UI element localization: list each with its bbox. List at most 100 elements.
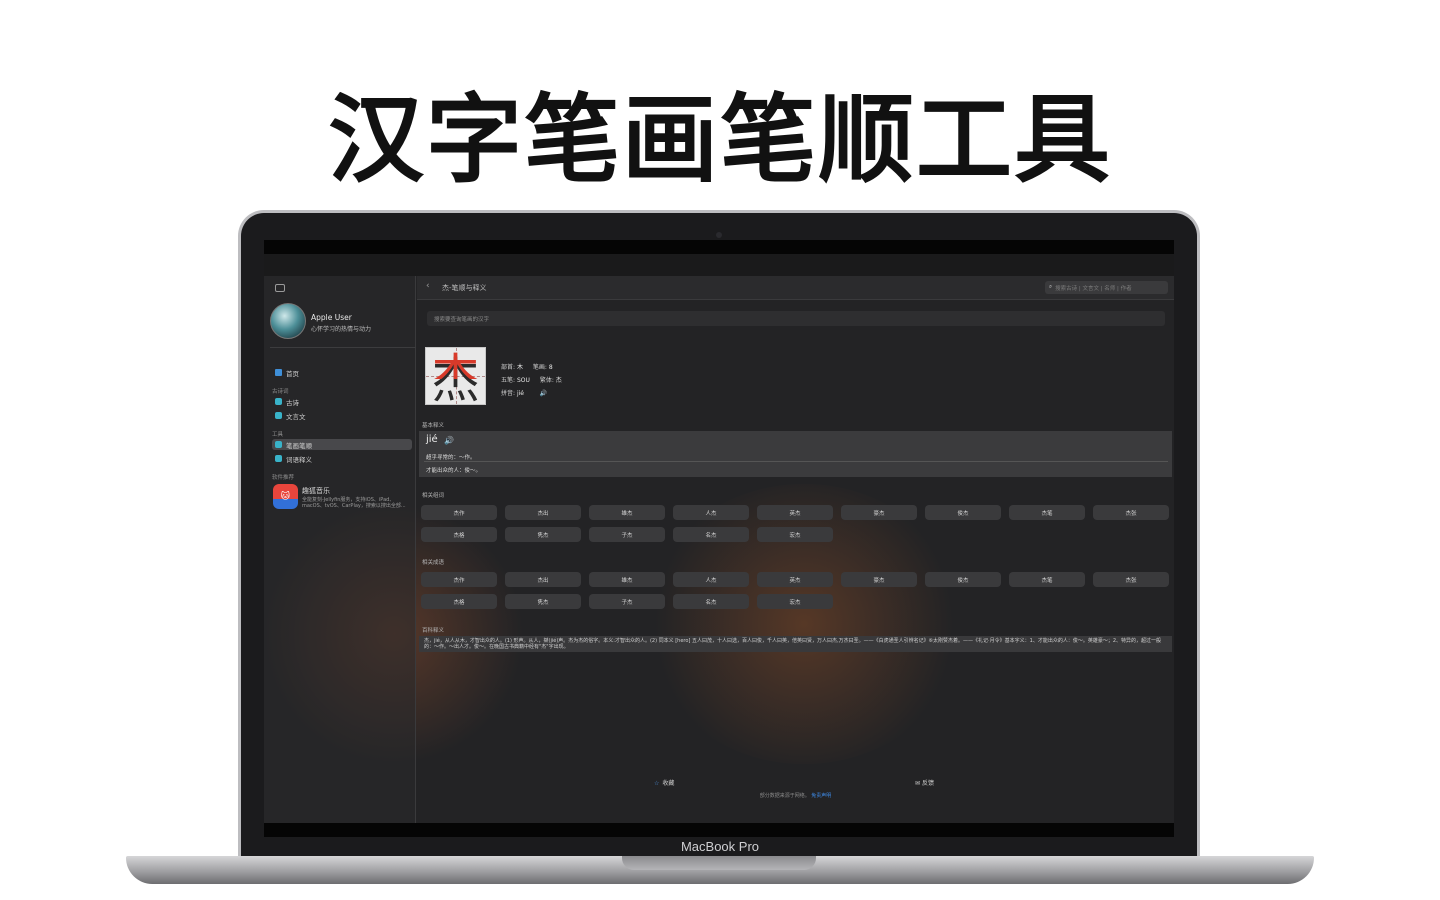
sidebar: Apple User 心怀学习的热情与动力 首页 古诗词 古诗 文言文 工具 笔… — [264, 276, 416, 823]
word-chip[interactable]: 杰格 — [421, 527, 497, 542]
idiom-chip[interactable]: 杰笔 — [1009, 572, 1085, 587]
idiom-chip[interactable]: 豪杰 — [841, 572, 917, 587]
word-chip[interactable]: 宏杰 — [757, 527, 833, 542]
star-icon: ☆ — [654, 780, 660, 787]
char-search-input[interactable]: 搜索要查询笔画的汉字 — [427, 311, 1165, 326]
sidebar-item-classical[interactable]: 文言文 — [272, 410, 412, 421]
char-search-placeholder: 搜索要查询笔画的汉字 — [434, 316, 490, 323]
brush-icon — [275, 441, 282, 448]
word-chip[interactable]: 雄杰 — [589, 505, 665, 520]
search-placeholder: 搜索古诗 | 文言文 | 名师 | 作者 — [1055, 285, 1132, 292]
idiom-chip[interactable]: 隽杰 — [505, 594, 581, 609]
character-glyph-highlight: 杰 — [431, 349, 480, 379]
sidebar-item-label: 古诗 — [286, 398, 299, 407]
idiom-chip[interactable]: 俊杰 — [925, 572, 1001, 587]
divider — [424, 461, 1168, 462]
feedback-icon: ✉ — [915, 780, 921, 787]
idiom-chip[interactable]: 雄杰 — [589, 572, 665, 587]
user-name: Apple User — [311, 313, 352, 322]
search-icon: ⌕ — [1049, 284, 1053, 290]
baike-title: 百科释义 — [422, 628, 445, 634]
sidebar-item-label: 笔画笔顺 — [286, 441, 312, 450]
idiom-chip[interactable]: 杰出 — [505, 572, 581, 587]
word-chip[interactable]: 豪杰 — [841, 505, 917, 520]
idiom-chip[interactable]: 杰张 — [1093, 572, 1169, 587]
promo-stage: 汉字笔画笔顺工具 Apple User 心怀学习的热情与动力 首页 古诗词 古诗 — [0, 0, 1440, 900]
feedback-label: 反馈 — [921, 780, 934, 787]
related-idioms-title: 相关成语 — [422, 560, 445, 566]
definition-line: 超乎寻常的：～作。 — [426, 455, 476, 461]
baike-text: 杰，jié，从人从木，才智出众的人。(1) 形声。从人，桀(jié)声。杰为杰的… — [419, 636, 1172, 652]
word-chip[interactable]: 名杰 — [673, 527, 749, 542]
idiom-chip[interactable]: 宏杰 — [757, 594, 833, 609]
sidebar-item-label: 词语释义 — [286, 455, 312, 464]
char-meta-row: 五笔: SOU 繁体: 杰 — [501, 375, 570, 384]
page-title: 杰-笔顺与释义 — [442, 284, 487, 292]
word-chip[interactable]: 杰张 — [1093, 505, 1169, 520]
idiom-chip[interactable]: 杰格 — [421, 594, 497, 609]
promo-headline: 汉字笔画笔顺工具 — [328, 84, 1112, 196]
idiom-chip[interactable]: 名杰 — [673, 594, 749, 609]
favorite-label: 收藏 — [662, 780, 675, 787]
avatar[interactable] — [270, 303, 306, 339]
char-meta-row: 拼音: jié 🔊 — [501, 388, 547, 397]
laptop-notch — [622, 856, 816, 870]
main-content: ‹ 杰-笔顺与释义 ⌕ 搜索古诗 | 文言文 | 名师 | 作者 搜索要查询笔画… — [417, 276, 1174, 823]
idiom-chip[interactable]: 人杰 — [673, 572, 749, 587]
feedback-button[interactable]: ✉ 反馈 — [915, 778, 934, 787]
app-promo-icon[interactable]: 🐱 — [273, 484, 298, 509]
idiom-chip[interactable]: 英杰 — [757, 572, 833, 587]
sidebar-section-poetry: 古诗词 — [272, 389, 289, 395]
sidebar-toggle-icon[interactable] — [275, 284, 285, 292]
traditional-label: 繁体: — [539, 377, 554, 384]
word-chip[interactable]: 英杰 — [757, 505, 833, 520]
home-icon — [275, 369, 282, 376]
sidebar-item-stroke[interactable]: 笔画笔顺 — [272, 439, 412, 450]
dictionary-icon — [275, 455, 282, 462]
word-chip[interactable]: 子杰 — [589, 527, 665, 542]
definition-line: 才能出众的人：俊～。 — [426, 468, 482, 474]
book-icon — [275, 398, 282, 405]
device-label: MacBook Pro — [680, 839, 760, 854]
sidebar-item-label: 文言文 — [286, 412, 306, 421]
scroll-icon — [275, 412, 282, 419]
word-chip[interactable]: 杰作 — [421, 505, 497, 520]
word-chip[interactable]: 隽杰 — [505, 527, 581, 542]
disclaimer-link[interactable]: 免责声明 — [811, 793, 831, 799]
radical-label: 部首: — [501, 364, 516, 371]
traditional-value: 杰 — [555, 377, 562, 384]
sidebar-item-ci[interactable]: 词语释义 — [272, 453, 412, 464]
back-arrow-icon[interactable]: ‹ — [426, 281, 430, 291]
idiom-chip[interactable]: 杰作 — [421, 572, 497, 587]
char-meta-row: 部首: 木 笔画: 8 — [501, 362, 561, 371]
pinyin-label: 拼音: — [501, 390, 516, 397]
user-subtitle: 心怀学习的热情与动力 — [311, 326, 372, 333]
sidebar-item-poetry[interactable]: 古诗 — [272, 396, 412, 407]
idiom-chip[interactable]: 子杰 — [589, 594, 665, 609]
footnote: 部分数据来源于网络。 免责声明 — [417, 792, 1174, 799]
word-chip[interactable]: 俊杰 — [925, 505, 1001, 520]
def-pinyin: jié — [426, 434, 438, 445]
basic-definition-panel: jié 🔊 超乎寻常的：～作。 才能出众的人：俊～。 — [419, 431, 1172, 477]
app-promo-name[interactable]: 趣狐音乐 — [302, 486, 330, 496]
speaker-icon[interactable]: 🔊 — [444, 436, 454, 445]
search-input[interactable]: ⌕ 搜索古诗 | 文言文 | 名师 | 作者 — [1045, 281, 1168, 294]
menu-bar-area — [264, 254, 1174, 276]
pinyin-value: jié — [516, 390, 524, 397]
word-chip[interactable]: 杰笔 — [1009, 505, 1085, 520]
strokes-label: 笔画: — [532, 364, 547, 371]
strokes-value: 8 — [548, 364, 553, 371]
wubi-value: SOU — [516, 377, 530, 384]
word-chip[interactable]: 人杰 — [673, 505, 749, 520]
related-words-grid: 杰作 杰出 雄杰 人杰 英杰 豪杰 俊杰 杰笔 杰张 杰格 隽杰 子杰 名杰 宏… — [421, 505, 1174, 542]
radical-value: 木 — [516, 364, 523, 371]
sidebar-item-home[interactable]: 首页 — [272, 367, 412, 378]
related-words-title: 相关组词 — [422, 493, 445, 499]
speaker-icon[interactable]: 🔊 — [540, 390, 547, 397]
wubi-label: 五笔: — [501, 377, 516, 384]
sidebar-section-tools: 工具 — [272, 432, 284, 438]
camera-icon — [716, 232, 722, 238]
basic-def-title: 基本释义 — [422, 423, 445, 429]
word-chip[interactable]: 杰出 — [505, 505, 581, 520]
favorite-button[interactable]: ☆ 收藏 — [654, 778, 674, 787]
